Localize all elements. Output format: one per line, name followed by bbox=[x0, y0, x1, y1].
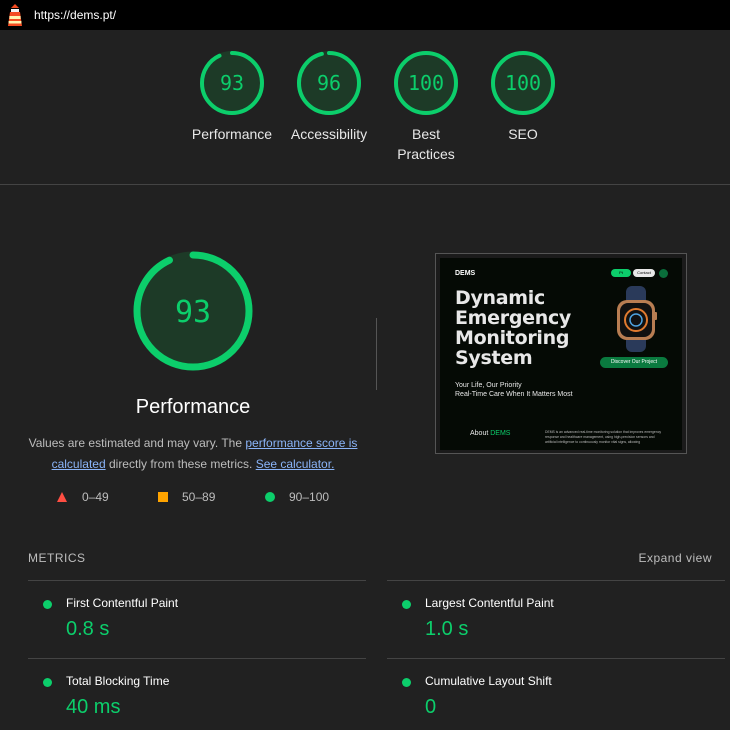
site-cta-button: Discover Our Project bbox=[600, 357, 668, 368]
performance-gauge-icon: 93 bbox=[133, 251, 253, 371]
site-subtitle: Your Life, Our Priority Real-Time Care W… bbox=[455, 381, 573, 399]
subtitle-line: Your Life, Our Priority bbox=[455, 382, 522, 389]
site-brand: DEMS bbox=[455, 270, 476, 277]
score-gauge-icon: 96 bbox=[297, 51, 361, 115]
legend-average: 50–89 bbox=[158, 490, 215, 504]
page-url[interactable]: https://dems.pt/ bbox=[34, 8, 116, 22]
gauge-score: 96 bbox=[317, 71, 341, 95]
metric-tbt: Total Blocking Time 40 ms bbox=[28, 658, 366, 730]
score-gauge-icon: 93 bbox=[200, 51, 264, 115]
site-nav-circle bbox=[659, 269, 668, 278]
pass-circle-icon bbox=[43, 678, 52, 687]
metric-name: Total Blocking Time bbox=[66, 674, 170, 688]
expand-view-button[interactable]: Expand view bbox=[638, 551, 712, 565]
headline-line: Monitoring bbox=[455, 327, 570, 349]
legend-range: 0–49 bbox=[82, 490, 109, 504]
performance-detail: 93 Performance Values are estimated and … bbox=[28, 250, 358, 475]
metric-name: Cumulative Layout Shift bbox=[425, 674, 552, 688]
metric-value: 1.0 s bbox=[425, 618, 469, 640]
metric-fcp: First Contentful Paint 0.8 s bbox=[28, 580, 366, 658]
pass-circle-icon bbox=[265, 492, 275, 502]
divider bbox=[376, 318, 377, 390]
metric-value: 40 ms bbox=[66, 696, 121, 718]
performance-note: Values are estimated and may vary. The p… bbox=[28, 433, 358, 475]
legend-range: 50–89 bbox=[182, 490, 216, 504]
score-summary: 93 Performance 96 Accessibility 100 Best… bbox=[0, 30, 730, 185]
see-calculator-link[interactable]: See calculator. bbox=[256, 457, 335, 471]
gauge-label: Best Practices bbox=[397, 126, 455, 162]
gauge-performance[interactable]: 93 Performance bbox=[182, 50, 282, 144]
fail-triangle-icon bbox=[57, 492, 67, 502]
gauge-best-practices[interactable]: 100 Best Practices bbox=[376, 50, 476, 164]
site-headline: Dynamic Emergency Monitoring System bbox=[455, 288, 571, 368]
gauge-score: 100 bbox=[408, 71, 444, 95]
site-about-paragraph: DEMS is an advanced real-time monitoring… bbox=[545, 430, 662, 444]
legend-pass: 90–100 bbox=[265, 490, 329, 504]
gauge-score: 93 bbox=[220, 71, 244, 95]
average-square-icon bbox=[158, 492, 168, 502]
score-legend: 0–49 50–89 90–100 bbox=[0, 490, 730, 510]
note-text: Values are estimated and may vary. The bbox=[28, 436, 246, 450]
note-text: directly from these metrics. bbox=[105, 457, 256, 471]
metrics-title: METRICS bbox=[28, 551, 86, 565]
performance-score: 93 bbox=[175, 295, 211, 330]
subtitle-line: Real-Time Care When It Matters Most bbox=[455, 391, 573, 398]
about-brand: DEMS bbox=[490, 430, 511, 437]
headline-line: Dynamic bbox=[455, 287, 545, 309]
gauge-label: Accessibility bbox=[290, 126, 368, 142]
smartwatch-image bbox=[617, 286, 657, 352]
legend-range: 90–100 bbox=[289, 490, 330, 504]
pass-circle-icon bbox=[43, 600, 52, 609]
gauge-accessibility[interactable]: 96 Accessibility bbox=[279, 50, 379, 144]
metric-value: 0.8 s bbox=[66, 618, 110, 640]
score-gauge-icon: 100 bbox=[491, 51, 555, 115]
pass-circle-icon bbox=[402, 678, 411, 687]
screenshot-content: DEMS Pt Contact Dynamic Emergency Monito… bbox=[440, 258, 682, 450]
legend-fail: 0–49 bbox=[57, 490, 109, 504]
final-screenshot[interactable]: DEMS Pt Contact Dynamic Emergency Monito… bbox=[435, 253, 687, 454]
site-about-heading: About DEMS bbox=[470, 430, 510, 437]
about-prefix: About bbox=[470, 430, 491, 437]
gauge-label: Performance bbox=[191, 126, 273, 142]
metric-name: First Contentful Paint bbox=[66, 596, 179, 610]
metric-cls: Cumulative Layout Shift 0 bbox=[387, 658, 725, 730]
headline-line: System bbox=[455, 347, 533, 369]
score-gauge-icon: 100 bbox=[394, 51, 458, 115]
headline-line: Emergency bbox=[455, 307, 571, 329]
metric-value: 0 bbox=[425, 696, 437, 718]
gauge-seo[interactable]: 100 SEO bbox=[473, 50, 573, 144]
metric-name: Largest Contentful Paint bbox=[425, 596, 554, 610]
performance-title: Performance bbox=[135, 396, 251, 418]
lighthouse-logo-icon bbox=[8, 4, 22, 26]
url-bar: https://dems.pt/ bbox=[0, 0, 730, 30]
site-nav-pill: Pt bbox=[611, 269, 631, 277]
pass-circle-icon bbox=[402, 600, 411, 609]
metric-lcp: Largest Contentful Paint 1.0 s bbox=[387, 580, 725, 658]
gauge-score: 100 bbox=[505, 71, 541, 95]
site-nav-pill: Contact bbox=[633, 269, 655, 277]
gauge-label: SEO bbox=[508, 126, 538, 142]
